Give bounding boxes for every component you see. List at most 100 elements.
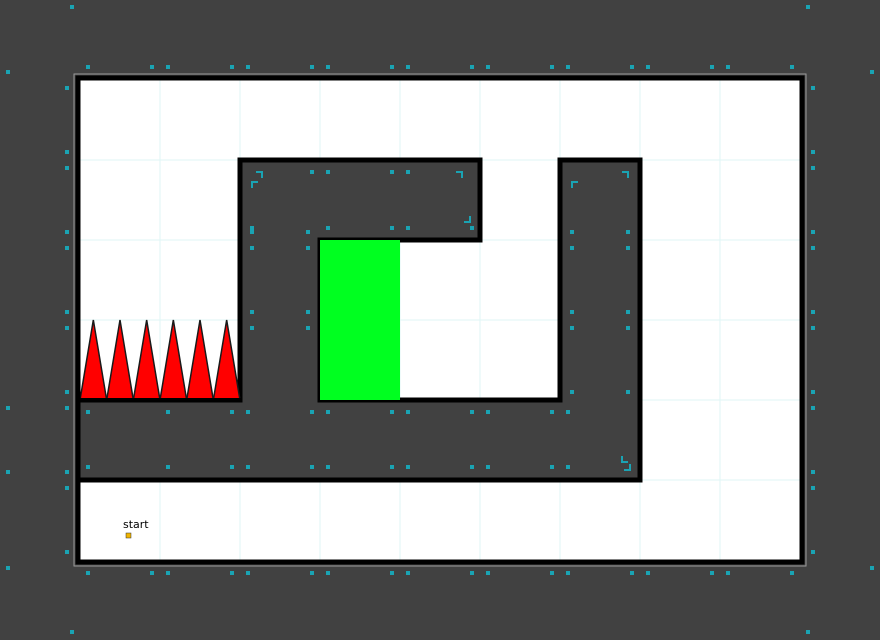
editor-marker: [166, 65, 170, 69]
editor-marker: [230, 410, 234, 414]
editor-marker: [811, 166, 815, 170]
editor-marker: [65, 310, 69, 314]
editor-marker: [570, 246, 574, 250]
editor-marker: [86, 410, 90, 414]
editor-marker: [166, 410, 170, 414]
editor-marker: [65, 390, 69, 394]
editor-marker: [390, 465, 394, 469]
editor-marker: [230, 465, 234, 469]
editor-marker: [250, 226, 254, 230]
editor-marker: [811, 246, 815, 250]
editor-marker: [246, 465, 250, 469]
editor-marker: [306, 246, 310, 250]
editor-marker: [626, 326, 630, 330]
editor-marker: [726, 571, 730, 575]
editor-marker: [86, 65, 90, 69]
editor-marker: [470, 571, 474, 575]
editor-marker: [726, 65, 730, 69]
editor-marker: [811, 230, 815, 234]
editor-marker: [310, 170, 314, 174]
editor-marker: [811, 470, 815, 474]
editor-marker: [306, 326, 310, 330]
editor-marker: [550, 571, 554, 575]
editor-marker: [246, 410, 250, 414]
editor-marker: [230, 571, 234, 575]
editor-marker: [406, 410, 410, 414]
editor-marker: [626, 390, 630, 394]
editor-marker: [630, 571, 634, 575]
editor-marker: [246, 571, 250, 575]
editor-marker: [86, 465, 90, 469]
editor-marker: [811, 86, 815, 90]
editor-marker: [246, 65, 250, 69]
editor-marker: [486, 410, 490, 414]
editor-marker: [710, 65, 714, 69]
editor-marker: [326, 65, 330, 69]
editor-marker: [390, 571, 394, 575]
editor-marker: [250, 326, 254, 330]
editor-marker: [326, 410, 330, 414]
editor-marker: [310, 410, 314, 414]
editor-marker: [65, 86, 69, 90]
editor-marker: [406, 571, 410, 575]
editor-marker: [790, 571, 794, 575]
editor-marker: [811, 390, 815, 394]
editor-marker: [790, 65, 794, 69]
start-marker-icon[interactable]: [125, 532, 132, 539]
editor-marker: [65, 470, 69, 474]
editor-marker: [406, 465, 410, 469]
editor-marker: [811, 486, 815, 490]
editor-marker: [570, 390, 574, 394]
editor-marker: [550, 465, 554, 469]
editor-marker: [486, 571, 490, 575]
editor-marker: [150, 571, 154, 575]
editor-marker: [570, 230, 574, 234]
editor-marker: [390, 170, 394, 174]
editor-marker: [326, 226, 330, 230]
editor-marker: [646, 65, 650, 69]
editor-marker: [65, 150, 69, 154]
editor-marker: [65, 550, 69, 554]
editor-marker: [626, 246, 630, 250]
editor-marker: [306, 310, 310, 314]
editor-marker: [811, 150, 815, 154]
editor-marker: [326, 465, 330, 469]
editor-marker: [166, 465, 170, 469]
editor-marker: [6, 406, 10, 410]
editor-marker: [250, 310, 254, 314]
editor-marker: [626, 230, 630, 234]
editor-marker: [390, 226, 394, 230]
editor-marker: [326, 170, 330, 174]
editor-marker: [870, 70, 874, 74]
editor-marker: [570, 310, 574, 314]
editor-marker: [550, 410, 554, 414]
editor-marker: [566, 465, 570, 469]
editor-marker: [6, 566, 10, 570]
editor-marker: [470, 410, 474, 414]
editor-marker: [470, 465, 474, 469]
editor-marker: [6, 70, 10, 74]
level-board: [6, 5, 874, 634]
editor-marker: [470, 226, 474, 230]
editor-marker: [326, 571, 330, 575]
editor-marker: [65, 230, 69, 234]
game-stage: start: [0, 0, 880, 640]
editor-marker: [486, 65, 490, 69]
editor-marker: [406, 65, 410, 69]
editor-marker: [406, 170, 410, 174]
editor-marker: [566, 571, 570, 575]
editor-marker: [566, 410, 570, 414]
editor-marker: [626, 310, 630, 314]
goal-layer: [320, 240, 400, 400]
editor-marker: [230, 65, 234, 69]
editor-marker: [486, 465, 490, 469]
editor-marker: [570, 326, 574, 330]
editor-marker: [310, 65, 314, 69]
editor-marker: [150, 65, 154, 69]
editor-marker: [310, 571, 314, 575]
editor-marker: [710, 571, 714, 575]
editor-marker: [550, 65, 554, 69]
editor-marker: [566, 65, 570, 69]
editor-marker: [6, 470, 10, 474]
editor-marker: [811, 550, 815, 554]
